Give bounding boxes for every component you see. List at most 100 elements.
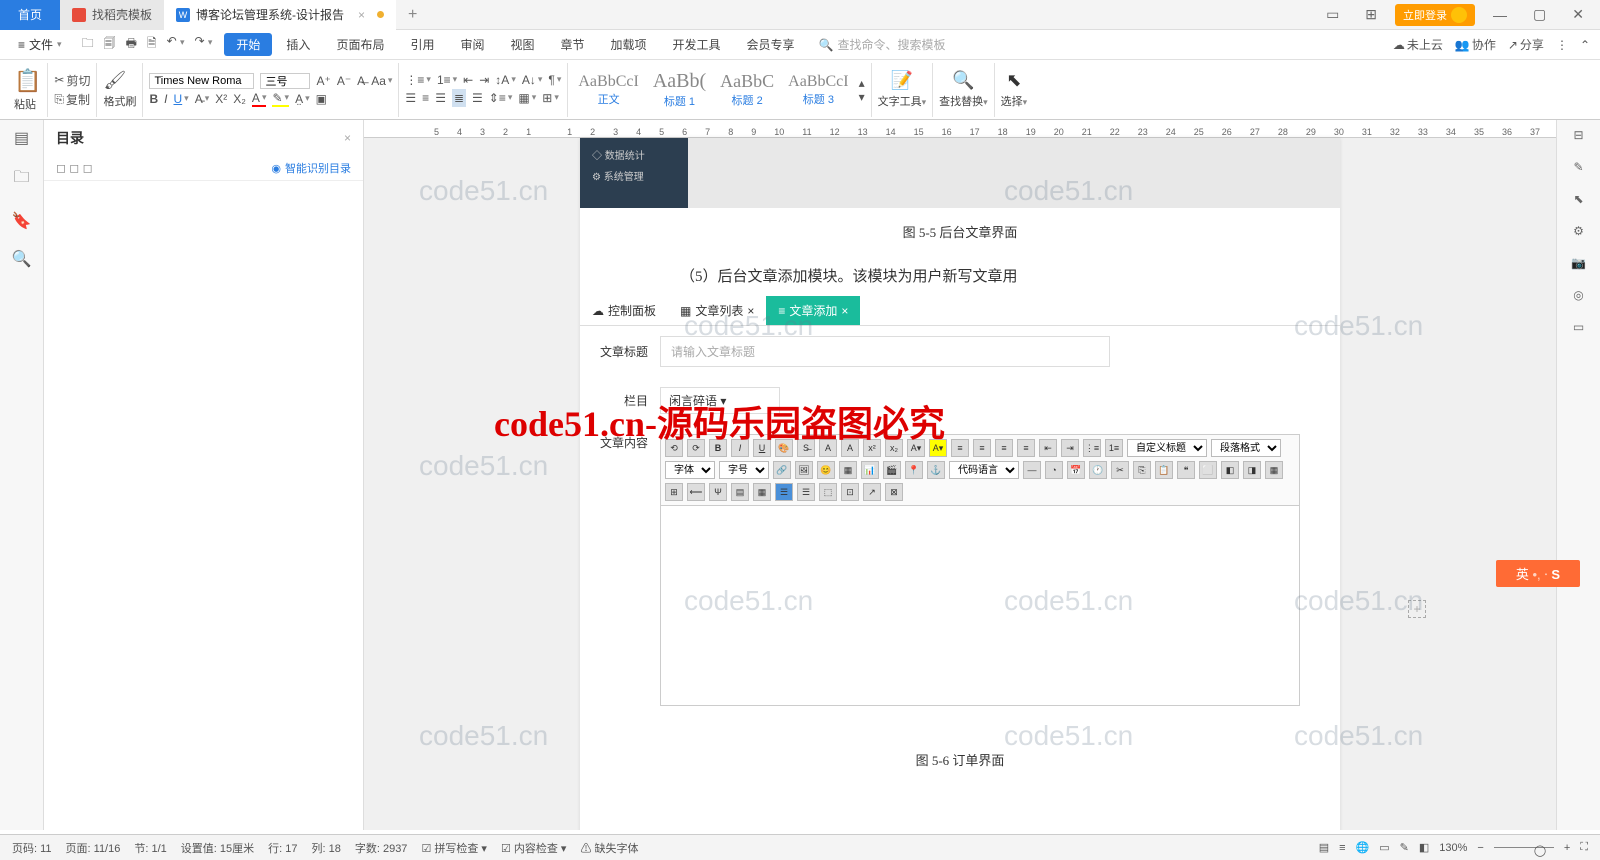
increase-font-icon[interactable]: A⁺	[316, 74, 330, 88]
close-button[interactable]: ✕	[1564, 2, 1592, 27]
view-page-icon[interactable]: ▤	[1319, 841, 1329, 854]
apps-icon[interactable]: ⊞	[1357, 2, 1385, 27]
share-button[interactable]: ↗ 分享	[1508, 36, 1544, 53]
not-cloud-button[interactable]: ☁ 未上云	[1393, 36, 1443, 53]
status-row[interactable]: 行: 17	[268, 840, 297, 856]
decrease-indent-icon[interactable]: ⇤	[463, 73, 473, 87]
document-area[interactable]: 5432112345678910111213141516171819202122…	[364, 120, 1556, 830]
strike-icon[interactable]: A̵▾	[195, 92, 210, 106]
paste-icon[interactable]: 📋	[14, 68, 41, 94]
shading-icon[interactable]: ▦▾	[518, 91, 536, 105]
bookmark-icon[interactable]: 🔖	[12, 211, 32, 231]
layout-icon[interactable]: ▭	[1318, 2, 1347, 27]
toc-smart-detect[interactable]: ◉ 智能识别目录	[271, 160, 351, 176]
font-color-icon[interactable]: A▾	[252, 91, 267, 107]
menu-view[interactable]: 视图	[498, 36, 546, 53]
borders-icon[interactable]: ⊞▾	[542, 91, 559, 105]
collapse-icon[interactable]: ⌃	[1580, 38, 1590, 52]
subscript-icon[interactable]: X₂	[233, 92, 246, 106]
line-spacing-icon[interactable]: ⇕≡▾	[489, 91, 513, 105]
ime-indicator[interactable]: 英 •, ⸱ S	[1496, 560, 1580, 587]
border-char-icon[interactable]: ▣	[316, 92, 327, 106]
outline-icon[interactable]: ▤	[14, 128, 29, 148]
increase-indent-icon[interactable]: ⇥	[479, 73, 489, 87]
bold-icon[interactable]: B	[149, 92, 158, 106]
format-painter-icon[interactable]: 🖌	[103, 70, 136, 91]
cursor-tool-icon[interactable]: ⬉	[1573, 192, 1583, 206]
sort-icon[interactable]: A↓▾	[522, 73, 543, 87]
decrease-font-icon[interactable]: A⁻	[337, 74, 351, 88]
horizontal-ruler[interactable]: 5432112345678910111213141516171819202122…	[364, 120, 1556, 138]
toolbox-icon[interactable]: ⊟	[1573, 128, 1583, 142]
menu-reference[interactable]: 引用	[398, 36, 446, 53]
italic-icon[interactable]: I	[164, 92, 167, 106]
view-note-icon[interactable]: ✎	[1400, 841, 1409, 854]
menu-addon[interactable]: 加载项	[599, 36, 659, 53]
status-pos[interactable]: 设置值: 15厘米	[181, 840, 254, 856]
zoom-in-icon[interactable]: +	[1564, 842, 1570, 854]
style-h3[interactable]: AaBbCcI标题 3	[784, 71, 852, 109]
status-section[interactable]: 节: 1/1	[134, 840, 166, 856]
menu-page-layout[interactable]: 页面布局	[324, 36, 396, 53]
underline-icon[interactable]: U▾	[174, 92, 189, 106]
copy-button[interactable]: ⎘ 复制	[54, 91, 90, 108]
tab-document[interactable]: W 博客论坛管理系统-设计报告 ×	[164, 0, 396, 30]
align-right-icon[interactable]: ☰	[435, 91, 446, 105]
login-button[interactable]: 立即登录	[1395, 4, 1475, 26]
status-content-check[interactable]: ☑ 内容检查 ▾	[501, 840, 567, 856]
status-page[interactable]: 页面: 11/16	[66, 840, 121, 856]
add-comment-button[interactable]: +	[1408, 600, 1426, 618]
reader-icon[interactable]: ▭	[1573, 320, 1584, 334]
search-panel-icon[interactable]: 🔍	[12, 249, 32, 269]
find-icon[interactable]: 🔍	[939, 70, 988, 91]
select-icon[interactable]: ⬉	[1001, 70, 1028, 91]
undo-icon[interactable]: ↶ ▾	[167, 34, 185, 55]
font-name-select[interactable]	[149, 73, 254, 89]
align-justify-icon[interactable]: ≣	[452, 89, 466, 107]
clear-format-icon[interactable]: A̶	[357, 74, 365, 88]
camera-icon[interactable]: 📷	[1571, 256, 1586, 270]
command-search[interactable]: 🔍 查找命令、搜索模板	[819, 36, 946, 53]
tab-close-icon[interactable]: ×	[358, 8, 365, 22]
show-marks-icon[interactable]: ¶▾	[548, 73, 561, 87]
menu-dev[interactable]: 开发工具	[661, 36, 733, 53]
preview-icon[interactable]: 🗎	[147, 34, 157, 55]
tab-find-template[interactable]: 找稻壳模板	[60, 0, 164, 30]
view-web-icon[interactable]: 🌐	[1356, 841, 1370, 854]
status-missing-font[interactable]: ⚠ 缺失字体	[580, 840, 638, 856]
minimize-button[interactable]: —	[1485, 3, 1515, 27]
font-size-select[interactable]	[260, 73, 310, 89]
settings-tool-icon[interactable]: ⚙	[1573, 224, 1584, 238]
zoom-level[interactable]: 130%	[1439, 842, 1467, 854]
fullscreen-icon[interactable]: ⛶	[1580, 841, 1588, 854]
superscript-icon[interactable]: X²	[215, 92, 227, 106]
view-focus-icon[interactable]: ◧	[1419, 841, 1429, 854]
menu-insert[interactable]: 插入	[274, 36, 322, 53]
menu-review[interactable]: 审阅	[448, 36, 496, 53]
new-tab-button[interactable]: +	[396, 6, 429, 24]
align-center-icon[interactable]: ≡	[422, 91, 429, 105]
more-icon[interactable]: ⋮	[1556, 38, 1568, 52]
collab-button[interactable]: 👥 协作	[1455, 36, 1496, 53]
style-h1[interactable]: AaBb(标题 1	[649, 68, 710, 111]
style-h2[interactable]: AaBbC标题 2	[716, 69, 778, 110]
align-left-icon[interactable]: ☰	[405, 91, 416, 105]
change-case-icon[interactable]: Aa▾	[371, 74, 392, 88]
file-menu[interactable]: ≡ 文件 ▾	[10, 36, 70, 53]
tab-home[interactable]: 首页	[0, 0, 60, 30]
status-spellcheck[interactable]: ☑ 拼写检查 ▾	[421, 840, 487, 856]
maximize-button[interactable]: ▢	[1525, 2, 1554, 27]
bullet-list-icon[interactable]: ⋮≡▾	[405, 73, 431, 87]
file-panel-icon[interactable]: 🗀	[13, 166, 29, 193]
edit-tool-icon[interactable]: ✎	[1573, 160, 1583, 174]
style-more-icon[interactable]: ▴▾	[859, 76, 865, 104]
redo-icon[interactable]: ↷ ▾	[194, 34, 212, 55]
phonetic-icon[interactable]: A̤▾	[295, 92, 310, 106]
status-page-no[interactable]: 页码: 11	[12, 840, 52, 856]
save-icon[interactable]: 🗐	[104, 34, 116, 55]
zoom-slider[interactable]: ◯	[1494, 847, 1554, 848]
style-normal[interactable]: AaBbCcI正文	[574, 71, 642, 109]
menu-chapter[interactable]: 章节	[549, 36, 597, 53]
cut-button[interactable]: ✂ 剪切	[54, 72, 90, 89]
compass-icon[interactable]: ◎	[1573, 288, 1583, 302]
